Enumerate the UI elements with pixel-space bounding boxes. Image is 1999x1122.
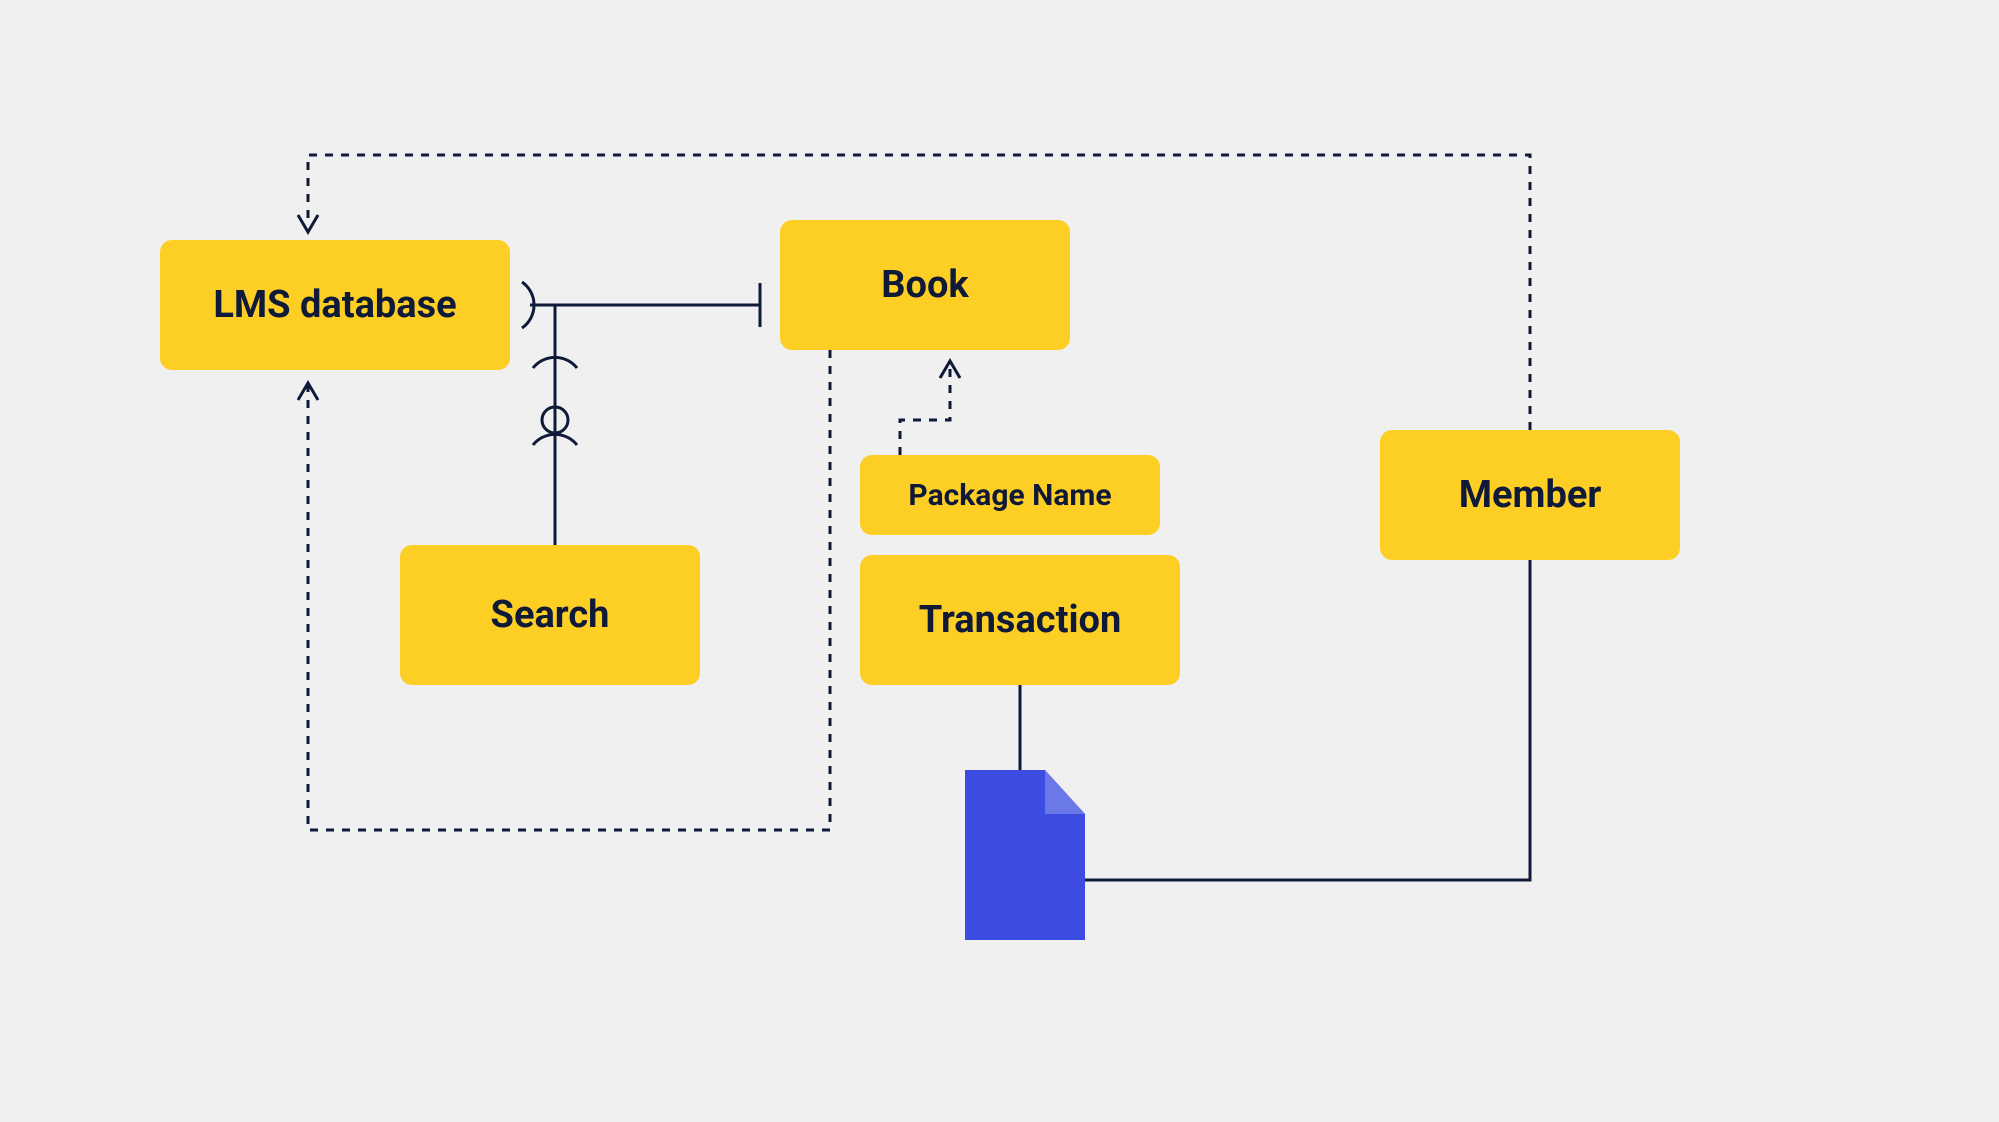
node-label: Package Name bbox=[908, 478, 1111, 513]
node-transaction: Transaction bbox=[860, 555, 1180, 685]
diagram-canvas: LMS database Book Search Package Name Tr… bbox=[0, 0, 1999, 1122]
node-label: Search bbox=[491, 593, 610, 637]
node-member: Member bbox=[1380, 430, 1680, 560]
node-search: Search bbox=[400, 545, 700, 685]
node-lms-database: LMS database bbox=[160, 240, 510, 370]
node-label: Transaction bbox=[919, 598, 1122, 642]
node-package-name: Package Name bbox=[860, 455, 1160, 535]
node-label: LMS database bbox=[213, 283, 456, 327]
file-icon bbox=[965, 770, 1085, 940]
edge-package-book-dashed bbox=[900, 361, 960, 455]
edge-lms-search bbox=[533, 305, 577, 545]
edge-lms-book bbox=[522, 282, 760, 328]
node-book: Book bbox=[780, 220, 1070, 350]
node-label: Book bbox=[881, 263, 968, 307]
node-label: Member bbox=[1459, 473, 1602, 517]
